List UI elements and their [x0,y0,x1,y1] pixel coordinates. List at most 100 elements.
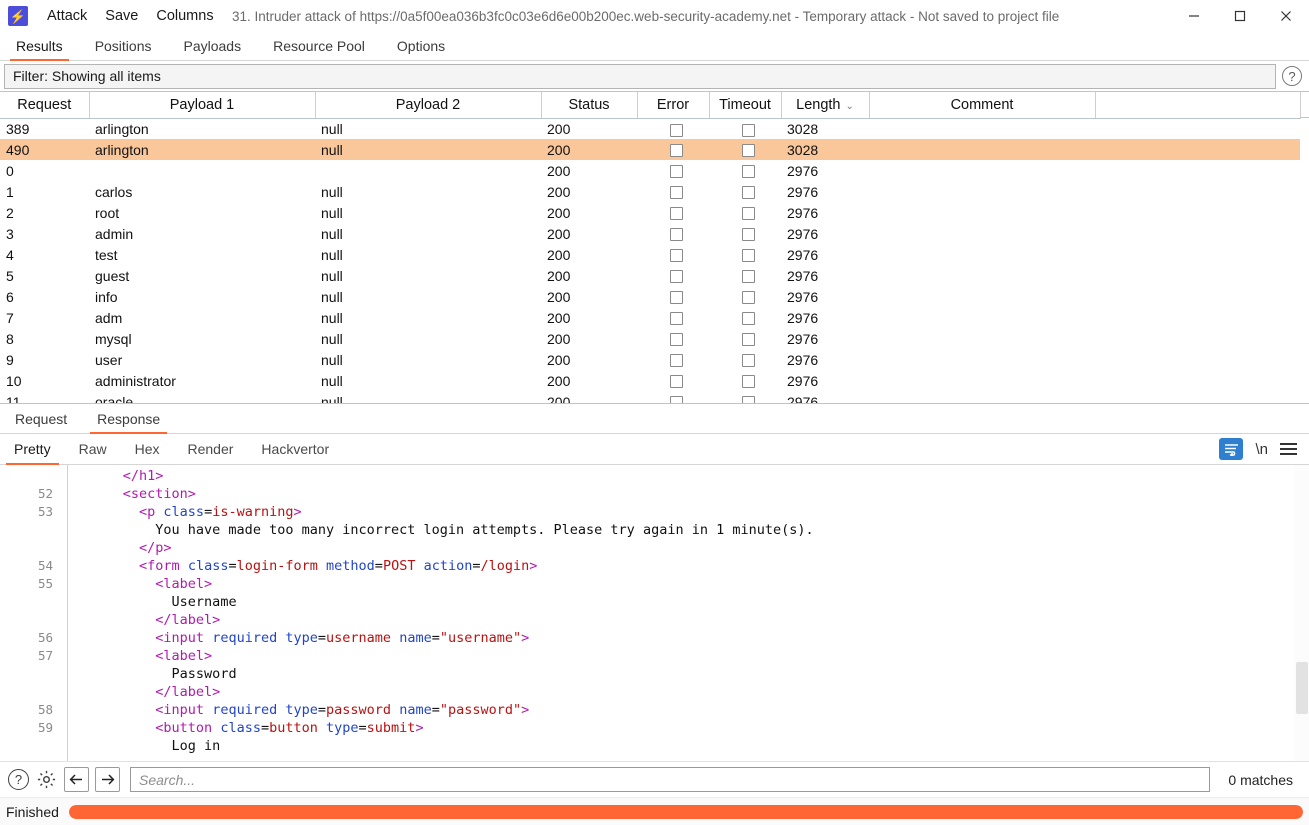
col-status[interactable]: Status [541,92,638,119]
timeout-checkbox[interactable] [741,249,755,263]
cell-timeout[interactable] [709,223,781,244]
error-checkbox[interactable] [669,354,683,368]
timeout-checkbox[interactable] [741,375,755,389]
cell-error[interactable] [637,160,709,181]
cell-timeout[interactable] [709,328,781,349]
tab-hex[interactable]: Hex [121,434,174,464]
tab-response[interactable]: Response [82,404,175,434]
editor-scrollbar[interactable] [1294,465,1309,761]
timeout-checkbox[interactable] [741,165,755,179]
arrow-right-icon[interactable] [95,767,120,792]
timeout-checkbox[interactable] [741,270,755,284]
help-circle-icon[interactable]: ? [8,769,29,790]
cell-error[interactable] [637,349,709,370]
error-checkbox[interactable] [669,291,683,305]
error-checkbox[interactable] [669,207,683,221]
table-row[interactable]: 4 test null 200 2976 [0,244,1300,265]
code-content[interactable]: </h1> <section> <p class=is-warning> You… [68,465,1309,761]
arrow-left-icon[interactable] [64,767,89,792]
table-row[interactable]: 9 user null 200 2976 [0,349,1300,370]
cell-error[interactable] [637,181,709,202]
error-checkbox[interactable] [669,123,683,137]
word-wrap-icon[interactable] [1219,438,1244,460]
cell-error[interactable] [637,370,709,391]
error-checkbox[interactable] [669,312,683,326]
cell-error[interactable] [637,244,709,265]
timeout-checkbox[interactable] [741,333,755,347]
cell-timeout[interactable] [709,286,781,307]
cell-timeout[interactable] [709,202,781,223]
error-checkbox[interactable] [669,270,683,284]
error-checkbox[interactable] [669,144,683,158]
cell-error[interactable] [637,391,709,403]
cell-error[interactable] [637,139,709,160]
col-error[interactable]: Error [637,92,710,119]
tab-resource-pool[interactable]: Resource Pool [257,32,381,60]
tab-options[interactable]: Options [381,32,461,60]
col-timeout[interactable]: Timeout [709,92,782,119]
cell-error[interactable] [637,328,709,349]
table-row[interactable]: 8 mysql null 200 2976 [0,328,1300,349]
table-row[interactable]: 10 administrator null 200 2976 [0,370,1300,391]
col-payload-1[interactable]: Payload 1 [89,92,316,119]
tab-payloads[interactable]: Payloads [168,32,258,60]
table-row[interactable]: 7 adm null 200 2976 [0,307,1300,328]
timeout-checkbox[interactable] [741,396,755,403]
cell-timeout[interactable] [709,244,781,265]
tab-raw[interactable]: Raw [65,434,121,464]
timeout-checkbox[interactable] [741,186,755,200]
col-request[interactable]: Request [0,92,90,119]
cell-timeout[interactable] [709,118,781,139]
table-row[interactable]: 2 root null 200 2976 [0,202,1300,223]
error-checkbox[interactable] [669,249,683,263]
close-icon[interactable] [1263,0,1309,32]
tab-positions[interactable]: Positions [79,32,168,60]
table-row[interactable]: 5 guest null 200 2976 [0,265,1300,286]
cell-timeout[interactable] [709,391,781,403]
timeout-checkbox[interactable] [741,291,755,305]
table-row[interactable]: 1 carlos null 200 2976 [0,181,1300,202]
timeout-checkbox[interactable] [741,312,755,326]
tab-pretty[interactable]: Pretty [0,434,65,465]
table-row[interactable]: 389 arlington null 200 3028 [0,118,1300,139]
cell-error[interactable] [637,118,709,139]
timeout-checkbox[interactable] [741,354,755,368]
col-length[interactable]: Length ⌄ [781,92,870,119]
menu-columns[interactable]: Columns [147,4,222,28]
cell-timeout[interactable] [709,307,781,328]
table-row[interactable]: 0 200 2976 [0,160,1300,181]
cell-error[interactable] [637,265,709,286]
timeout-checkbox[interactable] [741,207,755,221]
timeout-checkbox[interactable] [741,123,755,137]
tab-request[interactable]: Request [0,404,82,433]
search-input[interactable]: Search... [130,767,1211,792]
table-row[interactable]: 6 info null 200 2976 [0,286,1300,307]
error-checkbox[interactable] [669,165,683,179]
cell-timeout[interactable] [709,160,781,181]
gear-icon[interactable] [35,768,58,791]
cell-error[interactable] [637,202,709,223]
response-code-editor[interactable]: 52 53 54 55 56 57 58 59 </h1> <section> <p clas… [0,465,1309,761]
error-checkbox[interactable] [669,333,683,347]
tab-hackvertor[interactable]: Hackvertor [247,434,343,464]
tab-results[interactable]: Results [0,32,79,61]
cell-error[interactable] [637,286,709,307]
table-row[interactable]: 490 arlington null 200 3028 [0,139,1300,160]
newline-icon[interactable]: \n [1255,441,1268,458]
col-payload-2[interactable]: Payload 2 [315,92,542,119]
timeout-checkbox[interactable] [741,228,755,242]
cell-error[interactable] [637,223,709,244]
cell-timeout[interactable] [709,139,781,160]
hamburger-menu-icon[interactable] [1280,443,1297,455]
editor-scrollbar-thumb[interactable] [1296,662,1308,714]
error-checkbox[interactable] [669,186,683,200]
cell-timeout[interactable] [709,265,781,286]
cell-timeout[interactable] [709,370,781,391]
table-row[interactable]: 11 oracle null 200 2976 [0,391,1300,403]
help-circle-icon[interactable]: ? [1282,66,1302,86]
maximize-icon[interactable] [1217,0,1263,32]
col-comment[interactable]: Comment [869,92,1096,119]
minimize-icon[interactable] [1171,0,1217,32]
results-table[interactable]: Request Payload 1 Payload 2 Status Error… [0,91,1309,404]
menu-attack[interactable]: Attack [38,4,96,28]
